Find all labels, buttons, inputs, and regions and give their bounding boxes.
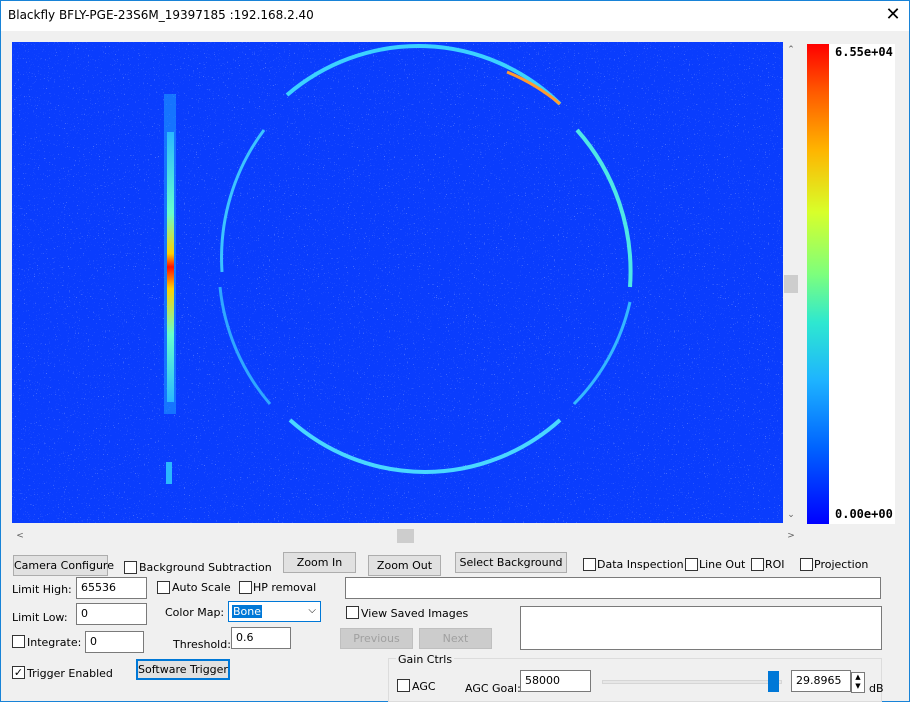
agc-goal-input[interactable]: 58000 <box>520 670 591 692</box>
previous-button[interactable]: Previous <box>340 628 413 649</box>
agc-label: AGC <box>412 680 436 693</box>
window-title: Blackfly BFLY-PGE-23S6M_19397185 :192.16… <box>8 8 314 22</box>
status-text-field[interactable] <box>345 577 881 599</box>
background-subtraction-label: Background Subtraction <box>139 561 272 574</box>
threshold-label: Threshold: <box>173 638 231 651</box>
integrate-checkbox[interactable] <box>12 635 25 648</box>
zoom-in-button[interactable]: Zoom In <box>283 552 356 573</box>
trigger-enabled-label: Trigger Enabled <box>27 667 113 680</box>
roi-label: ROI <box>765 558 785 571</box>
color-map-label: Color Map: <box>165 606 225 619</box>
trigger-enabled-checkbox[interactable]: ✓ <box>12 666 25 679</box>
colorbar-max-label: 6.55e+04 <box>835 45 893 59</box>
limit-low-label: Limit Low: <box>12 611 68 624</box>
select-background-button[interactable]: Select Background <box>455 552 567 573</box>
scroll-left-icon[interactable]: < <box>12 528 28 544</box>
colorbar-min-label: 0.00e+00 <box>835 507 893 521</box>
limit-high-input[interactable]: 65536 <box>76 577 147 599</box>
saved-images-field[interactable] <box>520 606 882 650</box>
gain-ctrls-label: Gain Ctrls <box>396 653 455 666</box>
gain-slider-thumb[interactable] <box>768 671 779 692</box>
auto-scale-checkbox[interactable] <box>157 581 170 594</box>
background-subtraction-checkbox[interactable] <box>124 561 137 574</box>
gain-slider-track[interactable] <box>602 680 782 684</box>
scroll-up-icon[interactable]: ⌃ <box>783 42 799 58</box>
view-saved-images-label: View Saved Images <box>361 607 469 620</box>
threshold-input[interactable]: 0.6 <box>231 627 291 649</box>
roi-checkbox[interactable] <box>751 558 764 571</box>
spin-up-icon[interactable]: ▲ <box>852 673 864 682</box>
vertical-scroll-thumb[interactable] <box>784 275 798 293</box>
integrate-input[interactable]: 0 <box>85 631 144 653</box>
next-button[interactable]: Next <box>419 628 492 649</box>
chevron-down-icon: ⌵ <box>308 605 316 616</box>
gain-unit-label: dB <box>869 682 884 695</box>
gain-value-input[interactable]: 29.8965 <box>791 670 851 692</box>
camera-image-view[interactable] <box>12 42 783 523</box>
scroll-right-icon[interactable]: > <box>783 528 799 544</box>
data-inspection-checkbox[interactable] <box>583 558 596 571</box>
projection-checkbox[interactable] <box>800 558 813 571</box>
color-map-value: Bone <box>232 605 263 618</box>
projection-label: Projection <box>814 558 869 571</box>
spin-down-icon[interactable]: ▼ <box>852 682 864 691</box>
data-inspection-label: Data Inspection <box>597 558 684 571</box>
line-out-checkbox[interactable] <box>685 558 698 571</box>
agc-goal-label: AGC Goal: <box>465 682 521 695</box>
auto-scale-label: Auto Scale <box>172 581 231 594</box>
zoom-out-button[interactable]: Zoom Out <box>368 555 441 576</box>
colorbar <box>807 44 829 524</box>
horizontal-scroll-thumb[interactable] <box>397 529 414 543</box>
hp-removal-label: HP removal <box>253 581 317 594</box>
view-saved-images-checkbox[interactable] <box>346 606 359 619</box>
hp-removal-checkbox[interactable] <box>239 581 252 594</box>
gain-spinner[interactable]: ▲ ▼ <box>851 672 865 693</box>
camera-configure-button[interactable]: Camera Configure <box>13 555 114 576</box>
integrate-label: Integrate: <box>27 636 82 649</box>
scroll-down-icon[interactable]: ⌄ <box>783 507 799 523</box>
camera-image <box>12 42 783 523</box>
software-trigger-button[interactable]: Software Trigger <box>136 659 230 680</box>
close-icon[interactable]: ✕ <box>880 3 906 27</box>
colorbar-labels: 6.55e+04 0.00e+00 <box>829 44 895 524</box>
limit-high-label: Limit High: <box>12 583 72 596</box>
limit-low-input[interactable]: 0 <box>76 603 147 625</box>
color-map-select[interactable]: Bone ⌵ <box>228 601 321 622</box>
line-out-label: Line Out <box>699 558 746 571</box>
agc-checkbox[interactable] <box>397 679 410 692</box>
